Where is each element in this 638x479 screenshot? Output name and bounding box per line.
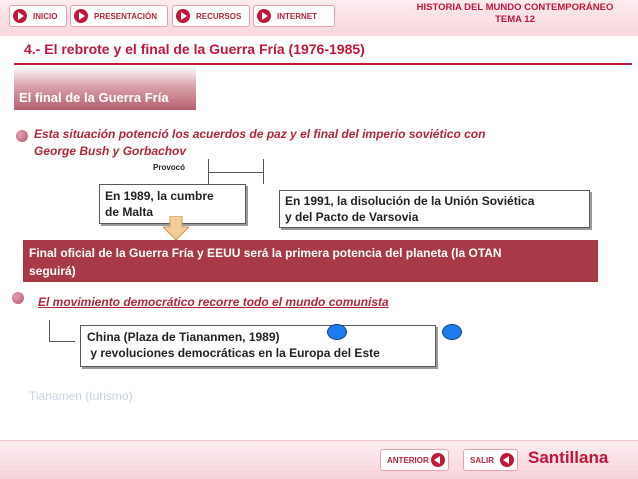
connector-line (263, 172, 264, 184)
down-arrow-icon (163, 216, 189, 240)
blue-circle-button[interactable] (327, 324, 347, 340)
china-revolutions-box: China (Plaza de Tiananmen, 1989) y revol… (80, 325, 436, 367)
course-unit: TEMA 12 (495, 14, 535, 25)
nav-inicio-label: INICIO (33, 11, 58, 21)
nav-recursos-button[interactable]: RECURSOS (172, 5, 250, 27)
section-label: El final de la Guerra Fría (14, 66, 196, 110)
bullet1-line1: Esta situación potenció los acuerdos de … (34, 127, 486, 141)
nav-presentacion-label: PRESENTACIÓN (94, 11, 157, 21)
banner-line1: Final oficial de la Guerra Fría y EEUU s… (29, 246, 502, 260)
bullet2-text: El movimiento democrático recorre todo e… (38, 295, 389, 309)
back-arrow-icon (431, 453, 445, 467)
connector-line (208, 172, 263, 173)
nav-recursos-label: RECURSOS (196, 11, 242, 21)
ussr-dissolution-box: En 1991, la disolución de la Unión Sovié… (279, 190, 590, 228)
title-divider (14, 63, 632, 65)
section-label-text: El final de la Guerra Fría (19, 90, 169, 105)
ussr-line2: y del Pacto de Varsovia (285, 210, 419, 224)
blue-circle-button[interactable] (442, 324, 462, 340)
play-icon (74, 9, 88, 23)
ussr-line1: En 1991, la disolución de la Unión Sovié… (285, 194, 535, 208)
bullet-icon (12, 292, 24, 304)
brand-logo: Santillana (528, 448, 609, 467)
nav-internet-button[interactable]: INTERNET (253, 5, 335, 27)
back-arrow-icon (500, 453, 514, 467)
exit-button[interactable]: SALIR (463, 449, 518, 471)
nav-presentacion-button[interactable]: PRESENTACIÓN (70, 5, 168, 27)
tiananmen-tourism-link[interactable]: Tianamen (turismo) (29, 389, 133, 403)
china-line2: y revoluciones democráticas en la Europa… (87, 346, 380, 360)
banner-line2: seguirá) (29, 264, 76, 278)
bullet-icon (16, 130, 28, 142)
course-header: HISTORIA DEL MUNDO CONTEMPORÁNEO TEMA 12 (392, 2, 638, 26)
play-icon (257, 9, 271, 23)
china-line1: China (Plaza de Tiananmen, 1989) (87, 330, 280, 344)
exit-label: SALIR (470, 455, 494, 465)
play-icon (13, 9, 27, 23)
connector-line (208, 159, 209, 173)
nav-inicio-button[interactable]: INICIO (9, 5, 67, 27)
connector-line (49, 341, 75, 342)
previous-label: ANTERIOR (387, 455, 429, 465)
bullet1-line2: George Bush y Gorbachov (34, 144, 187, 158)
connector-line (263, 159, 264, 173)
connector-line (49, 320, 50, 342)
nav-internet-label: INTERNET (277, 11, 317, 21)
malta-line1: En 1989, la cumbre (105, 189, 214, 203)
course-title: HISTORIA DEL MUNDO CONTEMPORÁNEO (416, 2, 614, 13)
previous-button[interactable]: ANTERIOR (380, 449, 449, 471)
conclusion-banner: Final oficial de la Guerra Fría y EEUU s… (23, 240, 598, 282)
page-title: 4.- El rebrote y el final de la Guerra F… (24, 41, 365, 57)
play-icon (176, 9, 190, 23)
provoco-caption: Provocó (153, 163, 186, 172)
connector-line (208, 172, 209, 184)
